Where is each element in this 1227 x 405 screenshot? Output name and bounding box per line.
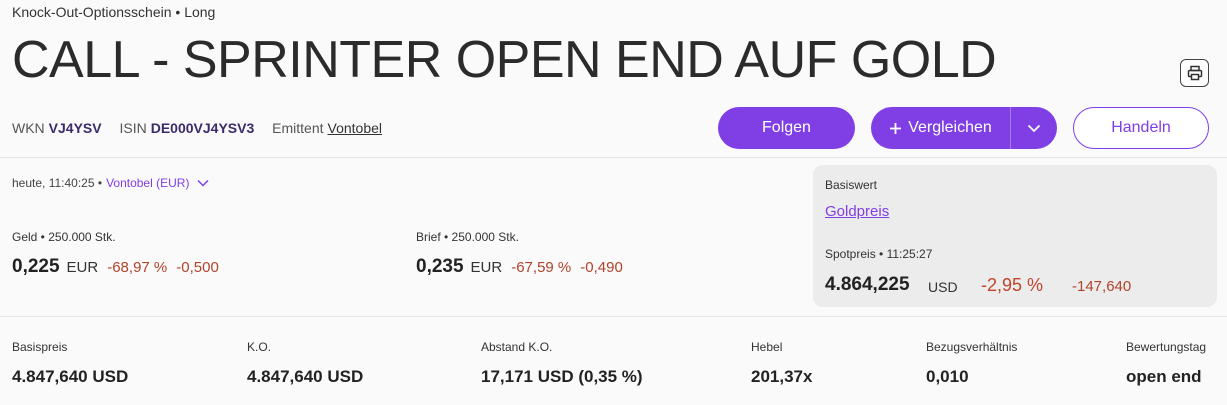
issuer-label: Emittent xyxy=(272,120,324,136)
identifiers: WKN VJ4YSV ISIN DE000VJ4YSV3 Emittent Vonto… xyxy=(12,120,382,136)
follow-button[interactable]: Folgen xyxy=(718,107,855,149)
spot-label: Spotpreis • 11:25:27 xyxy=(825,247,933,261)
ask-label: Brief • 250.000 Stk. xyxy=(416,230,519,244)
bid-label: Geld • 250.000 Stk. xyxy=(12,230,116,244)
bid-change-pct: -68,97 % xyxy=(107,259,168,276)
spot-currency: USD xyxy=(928,279,958,295)
underlying-card: Basiswert Goldpreis Spotpreis • 11:25:27… xyxy=(813,165,1217,307)
compare-button-group: Vergleichen xyxy=(871,107,1057,149)
ask-currency: EUR xyxy=(470,259,503,276)
divider xyxy=(0,316,1227,317)
strike-label: Basispreis xyxy=(12,340,68,354)
issuer-link[interactable]: Vontobel xyxy=(328,120,383,136)
valuation-day-label: Bewertungstag xyxy=(1126,340,1207,354)
trade-button[interactable]: Handeln xyxy=(1073,107,1209,149)
chevron-down-icon xyxy=(1027,124,1041,132)
leverage-value: 201,37x xyxy=(751,367,813,386)
page-title: CALL - SPRINTER OPEN END AUF GOLD xyxy=(12,31,997,89)
product-category: Knock-Out-Optionsschein • Long xyxy=(12,4,216,20)
strike-value: 4.847,640 USD xyxy=(12,367,129,386)
leverage-label: Hebel xyxy=(751,340,783,354)
bid-quote: 0,225 EUR -68,97 % -0,500 xyxy=(12,256,219,278)
chevron-down-icon xyxy=(197,179,209,187)
print-button[interactable] xyxy=(1180,59,1209,87)
printer-icon xyxy=(1187,65,1202,81)
ratio-label: Bezugsverhältnis xyxy=(926,340,1018,354)
spot-change-pct: -2,95 % xyxy=(981,275,1044,295)
underlying-link[interactable]: Goldpreis xyxy=(825,203,889,220)
quote-timestamp: heute, 11:40:25 • xyxy=(12,176,103,190)
plus-icon xyxy=(890,122,902,134)
quote-meta: heute, 11:40:25 • Vontobel (EUR) xyxy=(12,176,209,190)
bid-price: 0,225 xyxy=(12,256,60,277)
bid-change-abs: -0,500 xyxy=(176,259,219,276)
bid-currency: EUR xyxy=(66,259,99,276)
ask-price: 0,235 xyxy=(416,256,464,277)
venue-dropdown[interactable] xyxy=(197,179,209,187)
wkn-label: WKN xyxy=(12,120,45,136)
compare-button[interactable]: Vergleichen xyxy=(871,107,1010,149)
knockout-value: 4.847,640 USD xyxy=(247,367,364,386)
spot-price: 4.864,225 xyxy=(825,274,910,295)
knockout-distance-value: 17,171 USD (0,35 %) xyxy=(481,367,643,386)
compare-dropdown-button[interactable] xyxy=(1011,107,1057,149)
ask-quote: 0,235 EUR -67,59 % -0,490 xyxy=(416,256,623,278)
spot-change-abs: -147,640 xyxy=(1072,278,1132,295)
knockout-distance-label: Abstand K.O. xyxy=(481,340,553,354)
ask-change-pct: -67,59 % xyxy=(511,259,572,276)
isin-label: ISIN xyxy=(119,120,147,136)
venue-selector[interactable]: Vontobel (EUR) xyxy=(106,176,189,190)
underlying-label: Basiswert xyxy=(825,178,878,192)
compare-label: Vergleichen xyxy=(908,119,992,136)
ask-change-abs: -0,490 xyxy=(580,259,623,276)
ratio-value: 0,010 xyxy=(926,367,969,386)
isin-value: DE000VJ4YSV3 xyxy=(150,120,255,136)
divider xyxy=(0,157,1227,158)
knockout-label: K.O. xyxy=(247,340,272,354)
wkn-value: VJ4YSV xyxy=(48,120,102,136)
valuation-day-value: open end xyxy=(1126,367,1202,386)
product-page: Knock-Out-Optionsschein • Long CALL - SP… xyxy=(0,0,1227,405)
